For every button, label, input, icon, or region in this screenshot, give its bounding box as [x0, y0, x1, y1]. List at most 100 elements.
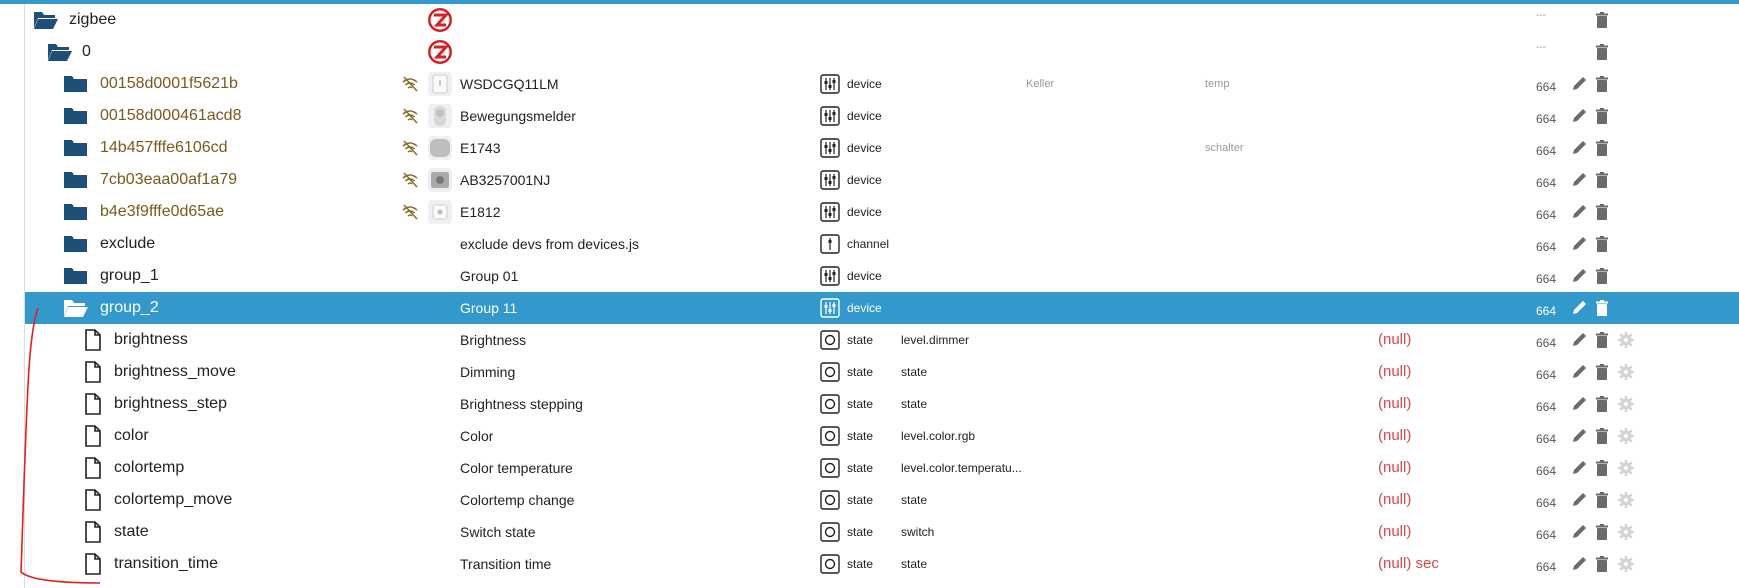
tree-row-color[interactable]: color Color state level.color.rgb (null) 664	[25, 420, 1739, 452]
delete-icon[interactable]	[1593, 395, 1611, 413]
tree-row-group-2[interactable]: group_2 Group 11 device 664	[25, 292, 1739, 324]
edit-icon[interactable]	[1570, 203, 1588, 221]
gear-icon[interactable]	[1617, 331, 1635, 349]
object-id[interactable]: 14b457fffe6106cd	[100, 132, 228, 164]
object-id[interactable]: brightness_step	[114, 388, 227, 420]
object-id[interactable]: 0	[82, 36, 91, 68]
tree-row-transition-time[interactable]: transition_time Transition time state state…	[25, 548, 1739, 580]
object-id[interactable]: state	[114, 516, 149, 548]
object-value[interactable]: (null)	[1378, 516, 1411, 548]
acl-value[interactable]: 664	[1536, 391, 1556, 423]
delete-icon[interactable]	[1593, 75, 1611, 93]
delete-icon[interactable]	[1593, 459, 1611, 477]
object-id[interactable]: group_2	[100, 292, 159, 324]
delete-icon[interactable]	[1593, 427, 1611, 445]
acl-value[interactable]: 664	[1536, 71, 1556, 103]
object-value[interactable]: (null)	[1378, 356, 1411, 388]
acl-value[interactable]: ---	[1536, 0, 1546, 32]
folder-open-icon[interactable]	[63, 292, 89, 324]
gear-icon[interactable]	[1617, 523, 1635, 541]
acl-value[interactable]: 664	[1536, 519, 1556, 551]
acl-value[interactable]: 664	[1536, 487, 1556, 519]
edit-icon[interactable]	[1570, 555, 1588, 573]
edit-icon[interactable]	[1570, 331, 1588, 349]
delete-icon[interactable]	[1593, 203, 1611, 221]
delete-icon[interactable]	[1593, 555, 1611, 573]
object-id[interactable]: color	[114, 420, 149, 452]
edit-icon[interactable]	[1570, 299, 1588, 317]
edit-icon[interactable]	[1570, 139, 1588, 157]
gear-icon[interactable]	[1617, 363, 1635, 381]
tree-row-state[interactable]: state Switch state state switch (null) 664	[25, 516, 1739, 548]
object-id[interactable]: group_1	[100, 260, 159, 292]
object-value[interactable]: (null)	[1378, 324, 1411, 356]
acl-value[interactable]: 664	[1536, 167, 1556, 199]
edit-icon[interactable]	[1570, 267, 1588, 285]
object-value[interactable]: (null) sec	[1378, 548, 1439, 580]
folder-icon[interactable]	[63, 260, 89, 292]
object-id[interactable]: zigbee	[69, 4, 116, 36]
tree-row-colortemp-move[interactable]: colortemp_move Colortemp change state state…	[25, 484, 1739, 516]
object-function[interactable]: temp	[1205, 68, 1229, 100]
folder-icon[interactable]	[63, 132, 89, 164]
gear-icon[interactable]	[1617, 491, 1635, 509]
edit-icon[interactable]	[1570, 459, 1588, 477]
edit-icon[interactable]	[1570, 523, 1588, 541]
edit-icon[interactable]	[1570, 363, 1588, 381]
tree-row-14b457fffe6106cd[interactable]: 14b457fffe6106cd E1743 device schalter 664	[25, 132, 1739, 164]
object-id[interactable]: exclude	[100, 228, 155, 260]
tree-row-exclude[interactable]: exclude exclude devs from devices.js chann…	[25, 228, 1739, 260]
tree-row-b4e3f9fffe0d65ae[interactable]: b4e3f9fffe0d65ae E1812 device 664	[25, 196, 1739, 228]
edit-icon[interactable]	[1570, 107, 1588, 125]
object-id[interactable]: colortemp	[114, 452, 184, 484]
edit-icon[interactable]	[1570, 235, 1588, 253]
delete-icon[interactable]	[1593, 363, 1611, 381]
object-id[interactable]: transition_time	[114, 548, 218, 580]
tree-row-00158d0001f5621b[interactable]: 00158d0001f5621b WSDCGQ11LM device Keller te…	[25, 68, 1739, 100]
object-value[interactable]: (null)	[1378, 388, 1411, 420]
delete-icon[interactable]	[1593, 235, 1611, 253]
folder-open-icon[interactable]	[47, 36, 73, 68]
edit-icon[interactable]	[1570, 427, 1588, 445]
gear-icon[interactable]	[1617, 427, 1635, 445]
edit-icon[interactable]	[1570, 171, 1588, 189]
acl-value[interactable]: 664	[1536, 103, 1556, 135]
tree-row-00158d000461acd8[interactable]: 00158d000461acd8 Bewegungsmelder device 664	[25, 100, 1739, 132]
tree-row-zigbee[interactable]: zigbee ---	[25, 4, 1739, 36]
acl-value[interactable]: 664	[1536, 135, 1556, 167]
folder-icon[interactable]	[63, 68, 89, 100]
acl-value[interactable]: 664	[1536, 551, 1556, 583]
acl-value[interactable]: 664	[1536, 327, 1556, 359]
acl-value[interactable]: 664	[1536, 423, 1556, 455]
acl-value[interactable]: 664	[1536, 231, 1556, 263]
object-id[interactable]: 00158d000461acd8	[100, 100, 241, 132]
delete-icon[interactable]	[1593, 523, 1611, 541]
tree-row-0[interactable]: 0 ---	[25, 36, 1739, 68]
acl-value[interactable]: ---	[1536, 32, 1546, 64]
gear-icon[interactable]	[1617, 395, 1635, 413]
object-room[interactable]: Keller	[1026, 68, 1054, 100]
tree-row-brightness[interactable]: brightness Brightness state level.dimmer (nu…	[25, 324, 1739, 356]
edit-icon[interactable]	[1570, 395, 1588, 413]
object-value[interactable]: (null)	[1378, 420, 1411, 452]
delete-icon[interactable]	[1593, 43, 1611, 61]
tree-row-colortemp[interactable]: colortemp Color temperature state level.col…	[25, 452, 1739, 484]
edit-icon[interactable]	[1570, 75, 1588, 93]
object-value[interactable]: (null)	[1378, 452, 1411, 484]
object-id[interactable]: b4e3f9fffe0d65ae	[100, 196, 224, 228]
delete-icon[interactable]	[1593, 491, 1611, 509]
tree-row-brightness-step[interactable]: brightness_step Brightness stepping state s…	[25, 388, 1739, 420]
delete-icon[interactable]	[1593, 139, 1611, 157]
object-id[interactable]: 7cb03eaa00af1a79	[100, 164, 237, 196]
delete-icon[interactable]	[1593, 171, 1611, 189]
delete-icon[interactable]	[1593, 107, 1611, 125]
object-id[interactable]: 00158d0001f5621b	[100, 68, 238, 100]
object-id[interactable]: brightness	[114, 324, 188, 356]
tree-row-brightness-move[interactable]: brightness_move Dimming state state (null) 66…	[25, 356, 1739, 388]
delete-icon[interactable]	[1593, 331, 1611, 349]
acl-value[interactable]: 664	[1536, 359, 1556, 391]
gear-icon[interactable]	[1617, 555, 1635, 573]
gear-icon[interactable]	[1617, 459, 1635, 477]
delete-icon[interactable]	[1593, 267, 1611, 285]
object-id[interactable]: colortemp_move	[114, 484, 232, 516]
